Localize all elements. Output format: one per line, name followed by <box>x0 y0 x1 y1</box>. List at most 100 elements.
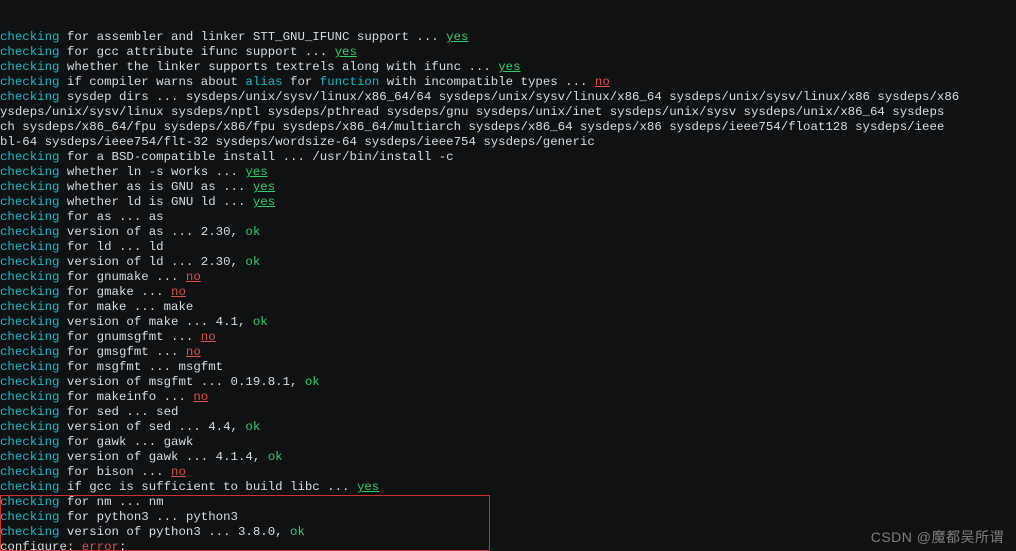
terminal-line: checking version of msgfmt ... 0.19.8.1,… <box>0 375 1016 390</box>
terminal-segment: ok <box>268 450 283 464</box>
terminal-segment: checking <box>0 360 60 374</box>
terminal-line: checking for assembler and linker STT_GN… <box>0 30 1016 45</box>
terminal-segment: checking <box>0 450 60 464</box>
terminal-segment: configure: <box>0 540 82 551</box>
terminal-segment: checking <box>0 75 60 89</box>
terminal-segment: no <box>193 390 208 404</box>
terminal-segment: checking <box>0 510 60 524</box>
terminal-line: checking for makeinfo ... no <box>0 390 1016 405</box>
terminal-segment: no <box>171 465 186 479</box>
terminal-segment: whether the linker supports textrels alo… <box>60 60 499 74</box>
terminal-segment: for ld ... ld <box>60 240 164 254</box>
terminal-line: bl-64 sysdeps/ieee754/flt-32 sysdeps/wor… <box>0 135 1016 150</box>
terminal-segment: checking <box>0 300 60 314</box>
terminal-lines: checking for assembler and linker STT_GN… <box>0 30 1016 551</box>
terminal-segment: version of msgfmt ... 0.19.8.1, <box>60 375 305 389</box>
terminal-segment: error <box>82 540 119 551</box>
terminal-segment: checking <box>0 465 60 479</box>
terminal-segment: ok <box>305 375 320 389</box>
terminal-line: checking for gnumsgfmt ... no <box>0 330 1016 345</box>
terminal-segment: checking <box>0 480 60 494</box>
terminal-segment: checking <box>0 60 60 74</box>
terminal-segment: checking <box>0 390 60 404</box>
terminal-segment: yes <box>335 45 357 59</box>
terminal-segment: checking <box>0 210 60 224</box>
terminal-segment: version of as ... 2.30, <box>60 225 246 239</box>
terminal-segment: checking <box>0 255 60 269</box>
terminal-segment: version of sed ... 4.4, <box>60 420 246 434</box>
terminal-line: checking for a BSD-compatible install ..… <box>0 150 1016 165</box>
terminal-segment: version of gawk ... 4.1.4, <box>60 450 268 464</box>
terminal-segment: checking <box>0 180 60 194</box>
terminal-line: checking for gmake ... no <box>0 285 1016 300</box>
terminal-line: checking version of as ... 2.30, ok <box>0 225 1016 240</box>
terminal-segment: checking <box>0 525 60 539</box>
terminal-segment: checking <box>0 90 60 104</box>
terminal-line: ch sysdeps/x86_64/fpu sysdeps/x86/fpu sy… <box>0 120 1016 135</box>
terminal-line: checking whether ld is GNU ld ... yes <box>0 195 1016 210</box>
terminal-line: checking for sed ... sed <box>0 405 1016 420</box>
terminal-line: checking if gcc is sufficient to build l… <box>0 480 1016 495</box>
terminal-line: checking whether the linker supports tex… <box>0 60 1016 75</box>
terminal-segment: no <box>171 285 186 299</box>
terminal-segment: no <box>186 270 201 284</box>
terminal-line: checking for msgfmt ... msgfmt <box>0 360 1016 375</box>
terminal-segment: whether ln -s works ... <box>60 165 246 179</box>
terminal-line: checking for gcc attribute ifunc support… <box>0 45 1016 60</box>
terminal-segment: with incompatible types ... <box>379 75 595 89</box>
terminal-segment: for nm ... nm <box>60 495 164 509</box>
terminal-segment: : <box>119 540 126 551</box>
terminal-segment: for gnumsgfmt ... <box>60 330 201 344</box>
terminal-segment: if compiler warns about <box>60 75 246 89</box>
terminal-segment: yes <box>245 165 267 179</box>
terminal-segment: checking <box>0 435 60 449</box>
terminal-line: checking whether ln -s works ... yes <box>0 165 1016 180</box>
terminal-segment: version of ld ... 2.30, <box>60 255 246 269</box>
terminal-segment: version of python3 ... 3.8.0, <box>60 525 291 539</box>
terminal-line: checking for gmsgfmt ... no <box>0 345 1016 360</box>
terminal-line: ysdeps/unix/sysv/linux sysdeps/nptl sysd… <box>0 105 1016 120</box>
terminal-segment: yes <box>446 30 468 44</box>
terminal-segment: yes <box>253 180 275 194</box>
terminal-segment: bl-64 sysdeps/ieee754/flt-32 sysdeps/wor… <box>0 135 595 149</box>
terminal-line: configure: error: <box>0 540 1016 551</box>
terminal-line: checking version of sed ... 4.4, ok <box>0 420 1016 435</box>
terminal-segment: ok <box>245 225 260 239</box>
terminal-line: checking for as ... as <box>0 210 1016 225</box>
terminal-line: checking if compiler warns about alias f… <box>0 75 1016 90</box>
terminal-line: checking version of ld ... 2.30, ok <box>0 255 1016 270</box>
terminal-segment: for as ... as <box>60 210 164 224</box>
terminal-segment: if gcc is sufficient to build libc ... <box>60 480 357 494</box>
terminal-segment: for gnumake ... <box>60 270 186 284</box>
terminal-segment: checking <box>0 270 60 284</box>
terminal-segment: checking <box>0 45 60 59</box>
terminal-segment: checking <box>0 420 60 434</box>
terminal-segment: yes <box>253 195 275 209</box>
terminal-line: checking for bison ... no <box>0 465 1016 480</box>
terminal-segment: sysdep dirs ... sysdeps/unix/sysv/linux/… <box>60 90 960 104</box>
terminal-segment: checking <box>0 195 60 209</box>
terminal-output[interactable]: checking for assembler and linker STT_GN… <box>0 0 1016 551</box>
terminal-line: checking version of gawk ... 4.1.4, ok <box>0 450 1016 465</box>
terminal-segment: ysdeps/unix/sysv/linux sysdeps/nptl sysd… <box>0 105 944 119</box>
terminal-segment: for msgfmt ... msgfmt <box>60 360 224 374</box>
terminal-segment: checking <box>0 345 60 359</box>
terminal-segment: checking <box>0 315 60 329</box>
terminal-segment: checking <box>0 495 60 509</box>
terminal-segment: checking <box>0 225 60 239</box>
terminal-segment: ok <box>253 315 268 329</box>
terminal-segment: ok <box>245 420 260 434</box>
terminal-segment: for gcc attribute ifunc support ... <box>60 45 335 59</box>
terminal-line: checking version of make ... 4.1, ok <box>0 315 1016 330</box>
terminal-line: checking for python3 ... python3 <box>0 510 1016 525</box>
terminal-segment: for make ... make <box>60 300 194 314</box>
terminal-segment: ch sysdeps/x86_64/fpu sysdeps/x86/fpu sy… <box>0 120 944 134</box>
terminal-segment: ok <box>245 255 260 269</box>
terminal-line: checking whether as is GNU as ... yes <box>0 180 1016 195</box>
terminal-line: checking for gnumake ... no <box>0 270 1016 285</box>
terminal-segment: checking <box>0 240 60 254</box>
terminal-segment: checking <box>0 375 60 389</box>
terminal-line: checking sysdep dirs ... sysdeps/unix/sy… <box>0 90 1016 105</box>
terminal-segment: function <box>320 75 380 89</box>
terminal-line: checking for gawk ... gawk <box>0 435 1016 450</box>
